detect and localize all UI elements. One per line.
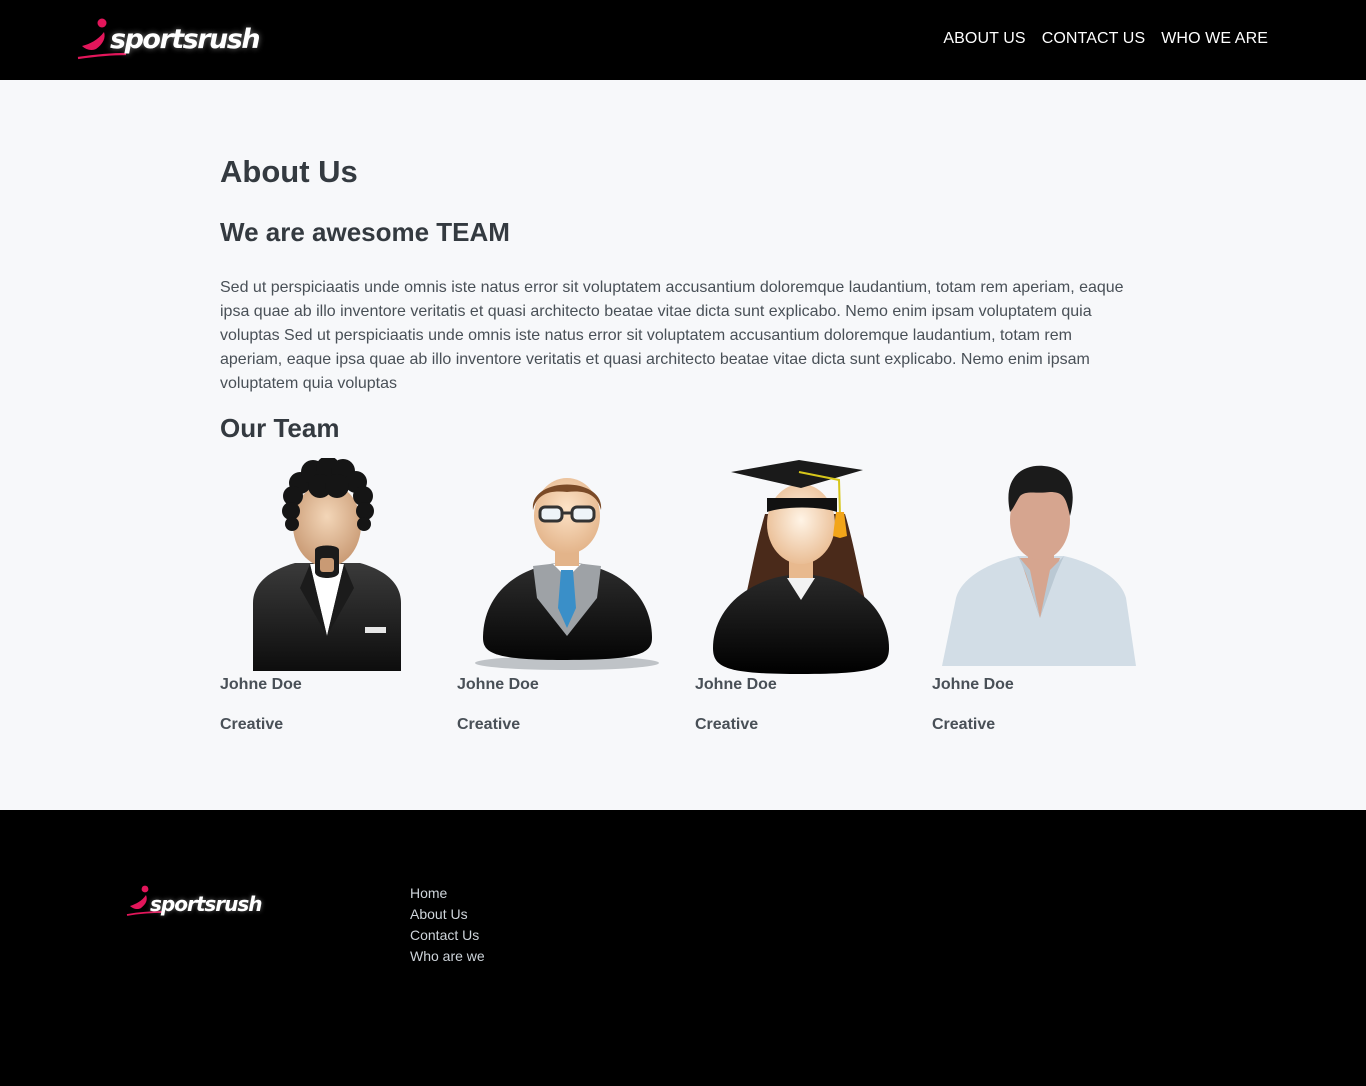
nav-about-us[interactable]: ABOUT US	[943, 29, 1025, 49]
brand-logo[interactable]: sportsrush	[76, 14, 272, 66]
member-role: Creative	[220, 716, 284, 733]
member-role: Creative	[695, 716, 759, 733]
footer-links: Home About Us Contact Us Who are we	[410, 883, 485, 967]
footer-link-item: Who are we	[410, 946, 485, 967]
site-header: sportsrush ABOUT US CONTACT US WHO WE AR…	[0, 0, 1366, 80]
team-member-card: Johne Doe Creative	[457, 458, 677, 748]
member-role: Creative	[457, 716, 521, 733]
member-name: Johne Doe	[457, 676, 539, 693]
footer-link-item: Home	[410, 883, 485, 904]
footer-link-contact-us[interactable]: Contact Us	[410, 927, 479, 943]
footer-link-home[interactable]: Home	[410, 885, 447, 901]
logo-wordmark: sportsrush	[110, 24, 261, 55]
member-name: Johne Doe	[220, 676, 302, 693]
footer-link-who-are-we[interactable]: Who are we	[410, 948, 485, 964]
team-member-card: Johne Doe Creative	[220, 458, 440, 748]
nav-who-we-are[interactable]: WHO WE ARE	[1161, 29, 1268, 49]
footer-link-item: Contact Us	[410, 925, 485, 946]
site-footer: sportsrush Home About Us Contact Us Who …	[0, 810, 1366, 1086]
footer-link-about-us[interactable]: About Us	[410, 906, 468, 922]
team-grid: Johne Doe Creative Johne Doe Creative Jo…	[220, 458, 1170, 748]
member-name: Johne Doe	[932, 676, 1014, 693]
footer-link-item: About Us	[410, 904, 485, 925]
team-heading: Our Team	[220, 413, 340, 443]
footer-logo-wordmark: sportsrush	[150, 892, 263, 916]
section-subtitle: We are awesome TEAM	[220, 217, 510, 247]
nav-contact-us[interactable]: CONTACT US	[1042, 29, 1146, 49]
about-description: Sed ut perspiciaatis unde omnis iste nat…	[220, 279, 1124, 392]
member-name: Johne Doe	[695, 676, 777, 693]
page-title: About Us	[220, 154, 358, 189]
main-nav: ABOUT US CONTACT US WHO WE ARE	[943, 29, 1268, 49]
man-curly-hair-suit-icon	[253, 458, 401, 671]
man-casual-shirt-icon	[942, 465, 1136, 666]
team-member-card: Johne Doe Creative	[695, 458, 915, 748]
team-member-card: Johne Doe Creative	[932, 458, 1152, 748]
man-glasses-tie-icon	[475, 478, 659, 670]
graduate-woman-icon	[713, 460, 889, 674]
member-role: Creative	[932, 716, 996, 733]
footer-brand-logo[interactable]: sportsrush	[126, 882, 276, 922]
